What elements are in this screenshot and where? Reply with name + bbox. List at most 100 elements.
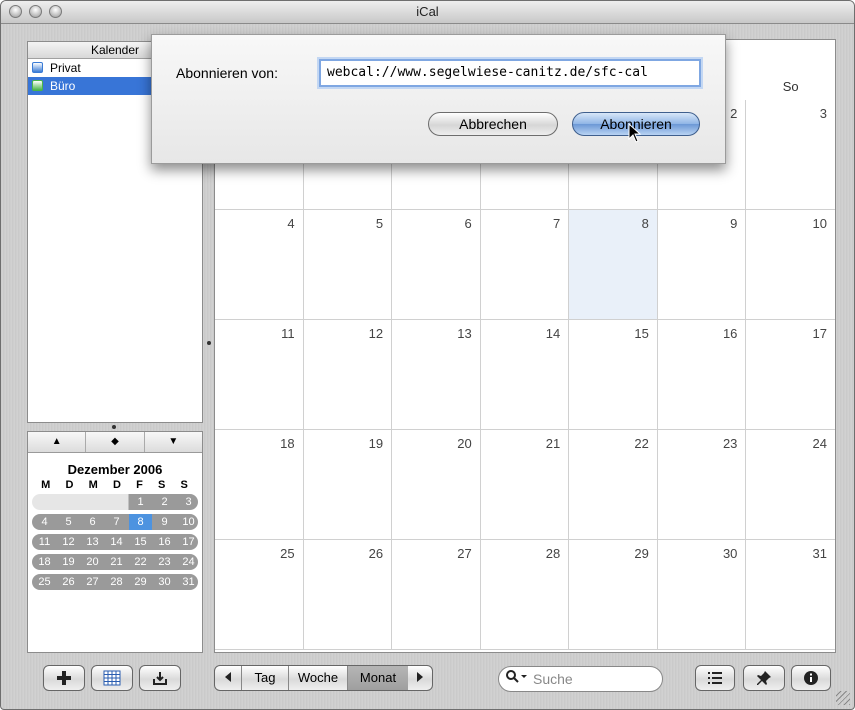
view-tab-woche[interactable]: Woche xyxy=(289,666,348,690)
previous-button[interactable] xyxy=(215,666,242,690)
mini-day[interactable]: 10 xyxy=(177,514,200,530)
day-cell[interactable]: 12 xyxy=(303,320,393,430)
mini-day[interactable]: 6 xyxy=(81,514,104,530)
next-button[interactable] xyxy=(408,666,432,690)
day-number: 27 xyxy=(457,546,472,561)
mini-weekday-label: M xyxy=(88,479,99,491)
day-cell[interactable]: 26 xyxy=(303,540,393,650)
mini-today-button[interactable]: ◆ xyxy=(86,432,145,452)
day-cell[interactable]: 28 xyxy=(480,540,570,650)
main-splitter-handle[interactable] xyxy=(207,341,211,345)
mini-day[interactable]: 12 xyxy=(57,534,80,550)
mini-day[interactable]: 18 xyxy=(33,554,56,570)
day-number: 30 xyxy=(722,546,738,561)
publish-button[interactable] xyxy=(139,665,181,691)
mini-day[interactable]: 17 xyxy=(177,534,200,550)
calendar-item-label: Privat xyxy=(50,61,81,75)
info-button[interactable] xyxy=(791,665,831,691)
day-number: 14 xyxy=(545,326,561,341)
day-cell[interactable]: 3 xyxy=(746,100,835,210)
resize-grip[interactable] xyxy=(836,691,850,705)
mini-day[interactable]: 20 xyxy=(81,554,104,570)
info-icon xyxy=(804,671,818,685)
day-cell[interactable]: 13 xyxy=(392,320,481,430)
day-cell[interactable]: 9 xyxy=(657,210,747,320)
mini-day[interactable]: 1 xyxy=(129,494,152,510)
day-cell[interactable]: 27 xyxy=(392,540,481,650)
day-cell[interactable]: 19 xyxy=(303,430,393,540)
mini-day[interactable]: 28 xyxy=(105,574,128,590)
day-cell[interactable]: 24 xyxy=(746,430,835,540)
day-number: 20 xyxy=(457,436,472,451)
mini-day[interactable]: 7 xyxy=(105,514,128,530)
title-bar: iCal xyxy=(1,1,854,24)
mini-day[interactable]: 3 xyxy=(177,494,200,510)
day-cell[interactable]: 31 xyxy=(746,540,835,650)
mini-day[interactable]: 13 xyxy=(81,534,104,550)
day-cell[interactable]: 29 xyxy=(569,540,658,650)
cancel-button[interactable]: Abbrechen xyxy=(428,112,558,136)
plus-icon xyxy=(57,671,71,685)
view-tab-monat[interactable]: Monat xyxy=(348,666,408,690)
day-cell[interactable]: 5 xyxy=(303,210,393,320)
day-cell[interactable]: 16 xyxy=(657,320,747,430)
mini-day[interactable]: 15 xyxy=(129,534,152,550)
day-cell[interactable]: 11 xyxy=(215,320,304,430)
arrow-right-icon xyxy=(417,672,423,682)
notifications-button[interactable] xyxy=(743,665,785,691)
mini-day[interactable]: 31 xyxy=(177,574,200,590)
subscribe-url-input[interactable]: webcal://www.segelwiese-canitz.de/sfc-ca… xyxy=(319,59,701,87)
day-cell[interactable]: 21 xyxy=(480,430,570,540)
mini-day[interactable]: 19 xyxy=(57,554,80,570)
mini-weekday-label: D xyxy=(65,479,75,491)
mini-day[interactable]: 5 xyxy=(57,514,80,530)
day-cell[interactable]: 6 xyxy=(392,210,481,320)
day-cell[interactable]: 14 xyxy=(480,320,570,430)
day-cell[interactable]: 25 xyxy=(215,540,304,650)
day-cell[interactable]: 20 xyxy=(392,430,481,540)
mini-day[interactable]: 8 xyxy=(129,514,152,530)
day-cell[interactable]: 18 xyxy=(215,430,304,540)
mini-day[interactable]: 23 xyxy=(153,554,176,570)
mini-day[interactable]: 22 xyxy=(129,554,152,570)
calendar-checkbox[interactable] xyxy=(32,62,43,73)
sidebar-splitter-handle[interactable] xyxy=(112,425,116,429)
list-view-button[interactable] xyxy=(695,665,735,691)
mini-day[interactable]: 26 xyxy=(57,574,80,590)
day-cell[interactable]: 4 xyxy=(215,210,304,320)
day-cell[interactable]: 30 xyxy=(657,540,747,650)
toggle-mini-calendar-button[interactable] xyxy=(91,665,133,691)
day-cell[interactable]: 22 xyxy=(569,430,658,540)
mini-day[interactable]: 2 xyxy=(153,494,176,510)
add-calendar-button[interactable] xyxy=(43,665,85,691)
mini-day[interactable]: 14 xyxy=(105,534,128,550)
day-cell[interactable]: 23 xyxy=(657,430,747,540)
day-number: 31 xyxy=(812,546,827,561)
day-cell[interactable]: 7 xyxy=(480,210,570,320)
day-number: 12 xyxy=(368,326,384,341)
day-cell[interactable]: 17 xyxy=(746,320,835,430)
mini-day[interactable]: 9 xyxy=(153,514,176,530)
mini-next-month-button[interactable]: ▼ xyxy=(145,432,202,452)
day-number: 21 xyxy=(545,436,561,451)
mini-day[interactable]: 27 xyxy=(81,574,104,590)
mini-day[interactable]: 11 xyxy=(33,534,56,550)
mini-day[interactable]: 21 xyxy=(105,554,128,570)
mini-calendar-nav: ▲ ◆ ▼ xyxy=(28,432,202,453)
search-field[interactable]: Suche xyxy=(498,666,663,692)
ical-window: iCal Kalender Privat Büro ▲ ◆ ▼ Dezember … xyxy=(0,0,855,710)
mini-day[interactable]: 30 xyxy=(153,574,176,590)
day-cell[interactable]: 10 xyxy=(746,210,835,320)
mini-day[interactable]: 25 xyxy=(33,574,56,590)
mini-weekday-row: MDMDFSS xyxy=(28,479,202,491)
mini-prev-month-button[interactable]: ▲ xyxy=(28,432,87,452)
mini-day[interactable]: 4 xyxy=(33,514,56,530)
calendar-checkbox[interactable] xyxy=(32,80,43,91)
day-cell[interactable]: 8 xyxy=(569,210,658,320)
view-tab-tag[interactable]: Tag xyxy=(242,666,289,690)
mini-day[interactable]: 24 xyxy=(177,554,200,570)
day-number: 22 xyxy=(634,436,649,451)
day-cell[interactable]: 15 xyxy=(569,320,658,430)
mini-day[interactable]: 16 xyxy=(153,534,176,550)
mini-day[interactable]: 29 xyxy=(129,574,152,590)
